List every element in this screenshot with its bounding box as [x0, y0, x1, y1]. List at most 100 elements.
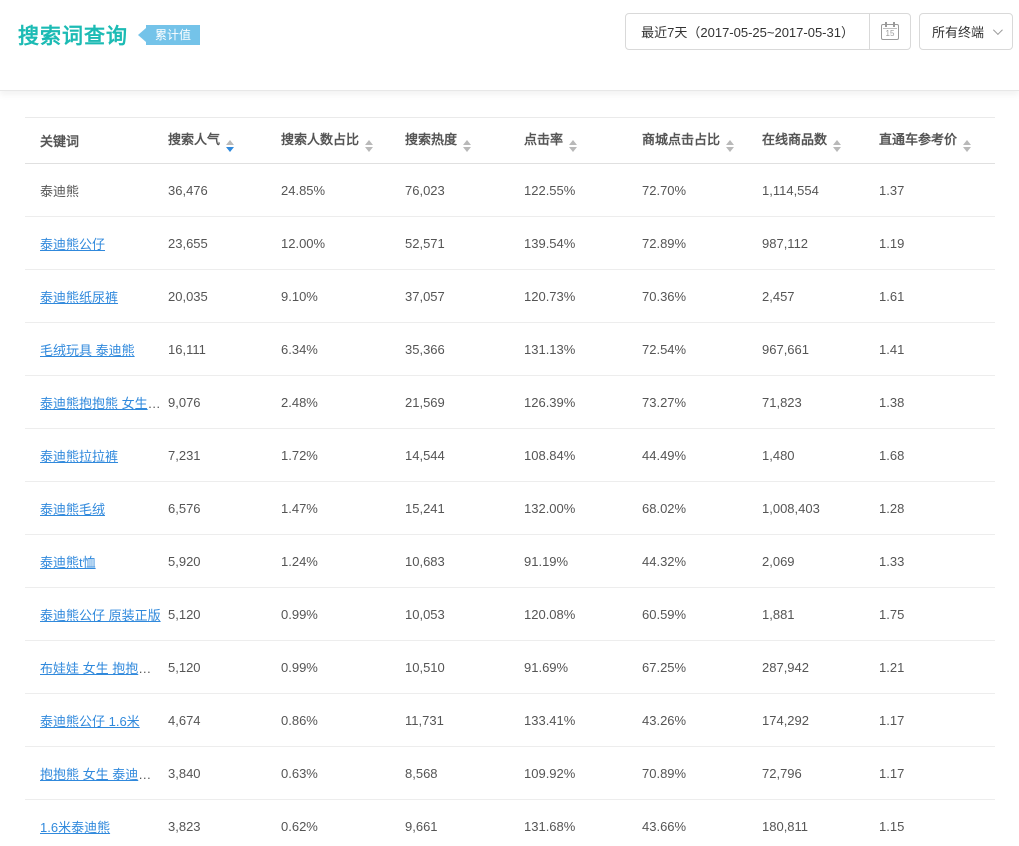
value-cell: 44.32%: [642, 534, 762, 588]
keyword-cell: 泰迪熊公仔 1.6米: [25, 693, 168, 747]
terminal-dropdown[interactable]: 所有终端: [918, 13, 1013, 50]
column-header[interactable]: 商城点击占比: [642, 117, 762, 164]
column-header-label: 点击率: [524, 132, 564, 147]
table-row: 泰迪熊t恤 5,920 1.24% 10,683 91.19% 44.32% 2,069 1.…: [25, 534, 995, 588]
search-terms-table-section: 关键词 搜索人气 搜索人数占比 搜索热度 点击率 商城点击占比 在线商品数 直通车参考价 泰迪…: [0, 91, 1019, 846]
value-cell: 0.99%: [281, 640, 405, 694]
keyword-link[interactable]: 泰迪熊公仔: [40, 237, 105, 252]
value-cell: 1.37: [879, 163, 995, 217]
keyword-link[interactable]: 泰迪熊t恤: [40, 555, 96, 570]
terminal-dropdown-label: 所有终端: [931, 25, 984, 40]
value-cell: 1.61: [879, 269, 995, 323]
column-header[interactable]: 点击率: [524, 117, 642, 164]
value-cell: 1.17: [879, 693, 995, 747]
value-cell: 52,571: [405, 216, 524, 270]
keyword-text: 泰迪熊: [40, 183, 80, 199]
keyword-link[interactable]: 泰迪熊毛绒: [40, 502, 105, 517]
value-cell: 16,111: [168, 322, 281, 376]
search-terms-table: 关键词 搜索人气 搜索人数占比 搜索热度 点击率 商城点击占比 在线商品数 直通车参考价 泰迪…: [25, 117, 995, 846]
value-cell: 1,480: [762, 428, 879, 482]
sort-icon[interactable]: [833, 140, 842, 152]
value-cell: 1.21: [879, 640, 995, 694]
value-cell: 36,476: [168, 163, 281, 217]
value-cell: 987,112: [762, 216, 879, 270]
table-row: 泰迪熊毛绒 6,576 1.47% 15,241 132.00% 68.02% 1,008,…: [25, 481, 995, 535]
table-row: 泰迪熊 36,476 24.85% 76,023 122.55% 72.70% 1,114,…: [25, 163, 995, 217]
keyword-link[interactable]: 泰迪熊公仔 原装正版: [40, 608, 161, 623]
value-cell: 2.48%: [281, 375, 405, 429]
value-cell: 0.86%: [281, 693, 405, 747]
table-row: 泰迪熊抱抱熊 女生 送... 9,076 2.48% 21,569 126.39% 73.…: [25, 375, 995, 429]
value-cell: 21,569: [405, 375, 524, 429]
value-cell: 0.63%: [281, 746, 405, 800]
column-header-label: 直通车参考价: [879, 132, 958, 147]
table-row: 抱抱熊 女生 泰迪熊 送... 3,840 0.63% 8,568 109.92% 70.…: [25, 746, 995, 800]
value-cell: 0.62%: [281, 799, 405, 846]
table-row: 布娃娃 女生 抱抱熊 泰... 5,120 0.99% 10,510 91.69% 67.…: [25, 640, 995, 694]
keyword-cell: 1.6米泰迪熊: [25, 799, 168, 846]
column-header[interactable]: 搜索热度: [405, 117, 524, 164]
calendar-button[interactable]: 15: [868, 14, 910, 49]
sort-icon[interactable]: [226, 140, 235, 152]
value-cell: 126.39%: [524, 375, 642, 429]
value-cell: 1.75: [879, 587, 995, 641]
value-cell: 20,035: [168, 269, 281, 323]
value-cell: 12.00%: [281, 216, 405, 270]
calendar-rings: [884, 21, 887, 27]
cumulative-badge: 累计值: [138, 25, 201, 45]
column-header[interactable]: 搜索人气: [168, 117, 281, 164]
value-cell: 1,881: [762, 587, 879, 641]
value-cell: 3,840: [168, 746, 281, 800]
column-header[interactable]: 直通车参考价: [879, 117, 995, 164]
value-cell: 43.66%: [642, 799, 762, 846]
value-cell: 1.72%: [281, 428, 405, 482]
badge-arrow-icon: [138, 28, 146, 42]
value-cell: 35,366: [405, 322, 524, 376]
value-cell: 6,576: [168, 481, 281, 535]
value-cell: 109.92%: [524, 746, 642, 800]
keyword-link[interactable]: 1.6米泰迪熊: [40, 820, 110, 835]
value-cell: 1.28: [879, 481, 995, 535]
column-header[interactable]: 搜索人数占比: [281, 117, 405, 164]
value-cell: 139.54%: [524, 216, 642, 270]
value-cell: 3,823: [168, 799, 281, 846]
column-header-label: 搜索人数占比: [281, 132, 360, 147]
value-cell: 60.59%: [642, 587, 762, 641]
value-cell: 967,661: [762, 322, 879, 376]
value-cell: 11,731: [405, 693, 524, 747]
column-header: 关键词: [25, 117, 168, 164]
calendar-icon: 15: [880, 21, 899, 40]
keyword-link[interactable]: 抱抱熊 女生 泰迪熊 送...: [40, 767, 168, 782]
value-cell: 67.25%: [642, 640, 762, 694]
value-cell: 287,942: [762, 640, 879, 694]
date-range-picker[interactable]: 最近7天（2017-05-25~2017-05-31） 15: [625, 13, 911, 50]
keyword-cell: 抱抱熊 女生 泰迪熊 送...: [25, 746, 168, 800]
column-header[interactable]: 在线商品数: [762, 117, 879, 164]
value-cell: 2,457: [762, 269, 879, 323]
value-cell: 1.47%: [281, 481, 405, 535]
sort-icon[interactable]: [963, 140, 972, 152]
keyword-link[interactable]: 泰迪熊公仔 1.6米: [40, 714, 140, 729]
keyword-link[interactable]: 泰迪熊纸尿裤: [40, 290, 118, 305]
keyword-link[interactable]: 毛绒玩具 泰迪熊: [40, 343, 135, 358]
value-cell: 23,655: [168, 216, 281, 270]
value-cell: 72.70%: [642, 163, 762, 217]
keyword-link[interactable]: 布娃娃 女生 抱抱熊 泰...: [40, 661, 168, 676]
sort-icon[interactable]: [365, 140, 374, 152]
sort-icon[interactable]: [463, 140, 472, 152]
column-header-label: 商城点击占比: [642, 132, 721, 147]
value-cell: 0.99%: [281, 587, 405, 641]
page-header: 搜索词查询 累计值 最近7天（2017-05-25~2017-05-31） 15…: [0, 0, 1019, 91]
value-cell: 5,120: [168, 587, 281, 641]
value-cell: 91.19%: [524, 534, 642, 588]
value-cell: 174,292: [762, 693, 879, 747]
keyword-cell: 泰迪熊毛绒: [25, 481, 168, 535]
keyword-link[interactable]: 泰迪熊拉拉裤: [40, 449, 118, 464]
value-cell: 5,920: [168, 534, 281, 588]
sort-icon[interactable]: [726, 140, 735, 152]
keyword-link[interactable]: 泰迪熊抱抱熊 女生 送...: [40, 396, 168, 411]
value-cell: 9.10%: [281, 269, 405, 323]
value-cell: 120.08%: [524, 587, 642, 641]
value-cell: 24.85%: [281, 163, 405, 217]
sort-icon[interactable]: [569, 140, 578, 152]
